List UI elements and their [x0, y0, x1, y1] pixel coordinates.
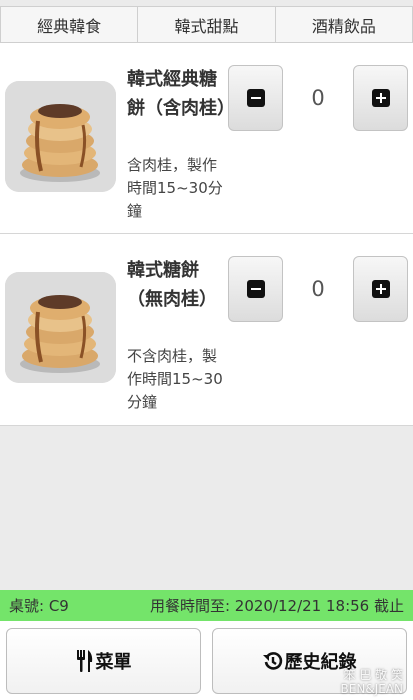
decrease-button[interactable] — [228, 256, 283, 322]
quantity-stepper: 0 — [228, 65, 408, 131]
increase-button[interactable] — [353, 256, 408, 322]
menu-item-list: 韓式經典糖餅（含肉桂） 含肉桂，製作時間15~30分鐘 0 韓式糖餅（無肉桂） … — [0, 43, 413, 426]
menu-button-label: 菜單 — [95, 652, 132, 673]
watermark: 笨 巴 敬 笑 BEN&JEAN — [341, 668, 403, 696]
pancake-image — [5, 272, 116, 383]
menu-item: 韓式糖餅（無肉桂） 不含肉桂，製作時間15~30分鐘 0 — [0, 234, 413, 425]
item-description: 不含肉桂，製作時間15~30分鐘 — [127, 347, 223, 411]
minus-icon — [246, 280, 265, 298]
item-title: 韓式經典糖餅（含肉桂） — [127, 69, 235, 119]
table-number: 桌號: C9 — [9, 597, 69, 615]
history-icon — [262, 651, 283, 671]
footer-bar: 菜單 歷史紀錄 笨 巴 敬 笑 BEN&JEAN — [0, 621, 413, 700]
tab-alcohol[interactable]: 酒精飲品 — [275, 6, 413, 43]
menu-button[interactable]: 菜單 — [6, 628, 201, 694]
minus-icon — [246, 89, 265, 107]
fork-knife-icon — [76, 650, 94, 672]
quantity-value[interactable]: 0 — [283, 256, 353, 322]
pancake-image — [5, 81, 116, 192]
watermark-line1: 笨 巴 敬 笑 — [343, 668, 403, 682]
plus-icon — [371, 89, 390, 107]
status-bar: 桌號: C9 用餐時間至: 2020/12/21 18:56 截止 — [0, 590, 413, 621]
quantity-stepper: 0 — [228, 256, 408, 322]
watermark-line2: BEN&JEAN — [340, 682, 403, 696]
category-tabs: 經典韓食 韓式甜點 酒精飲品 — [0, 6, 413, 43]
item-description: 含肉桂，製作時間15~30分鐘 — [127, 156, 223, 220]
dining-deadline: 用餐時間至: 2020/12/21 18:56 截止 — [149, 597, 404, 615]
quantity-value[interactable]: 0 — [283, 65, 353, 131]
plus-icon — [371, 280, 390, 298]
tab-korean-food[interactable]: 經典韓食 — [0, 6, 139, 43]
menu-item: 韓式經典糖餅（含肉桂） 含肉桂，製作時間15~30分鐘 0 — [0, 43, 413, 234]
item-title: 韓式糖餅（無肉桂） — [127, 260, 217, 310]
decrease-button[interactable] — [228, 65, 283, 131]
tab-korean-dessert[interactable]: 韓式甜點 — [138, 6, 276, 43]
increase-button[interactable] — [353, 65, 408, 131]
